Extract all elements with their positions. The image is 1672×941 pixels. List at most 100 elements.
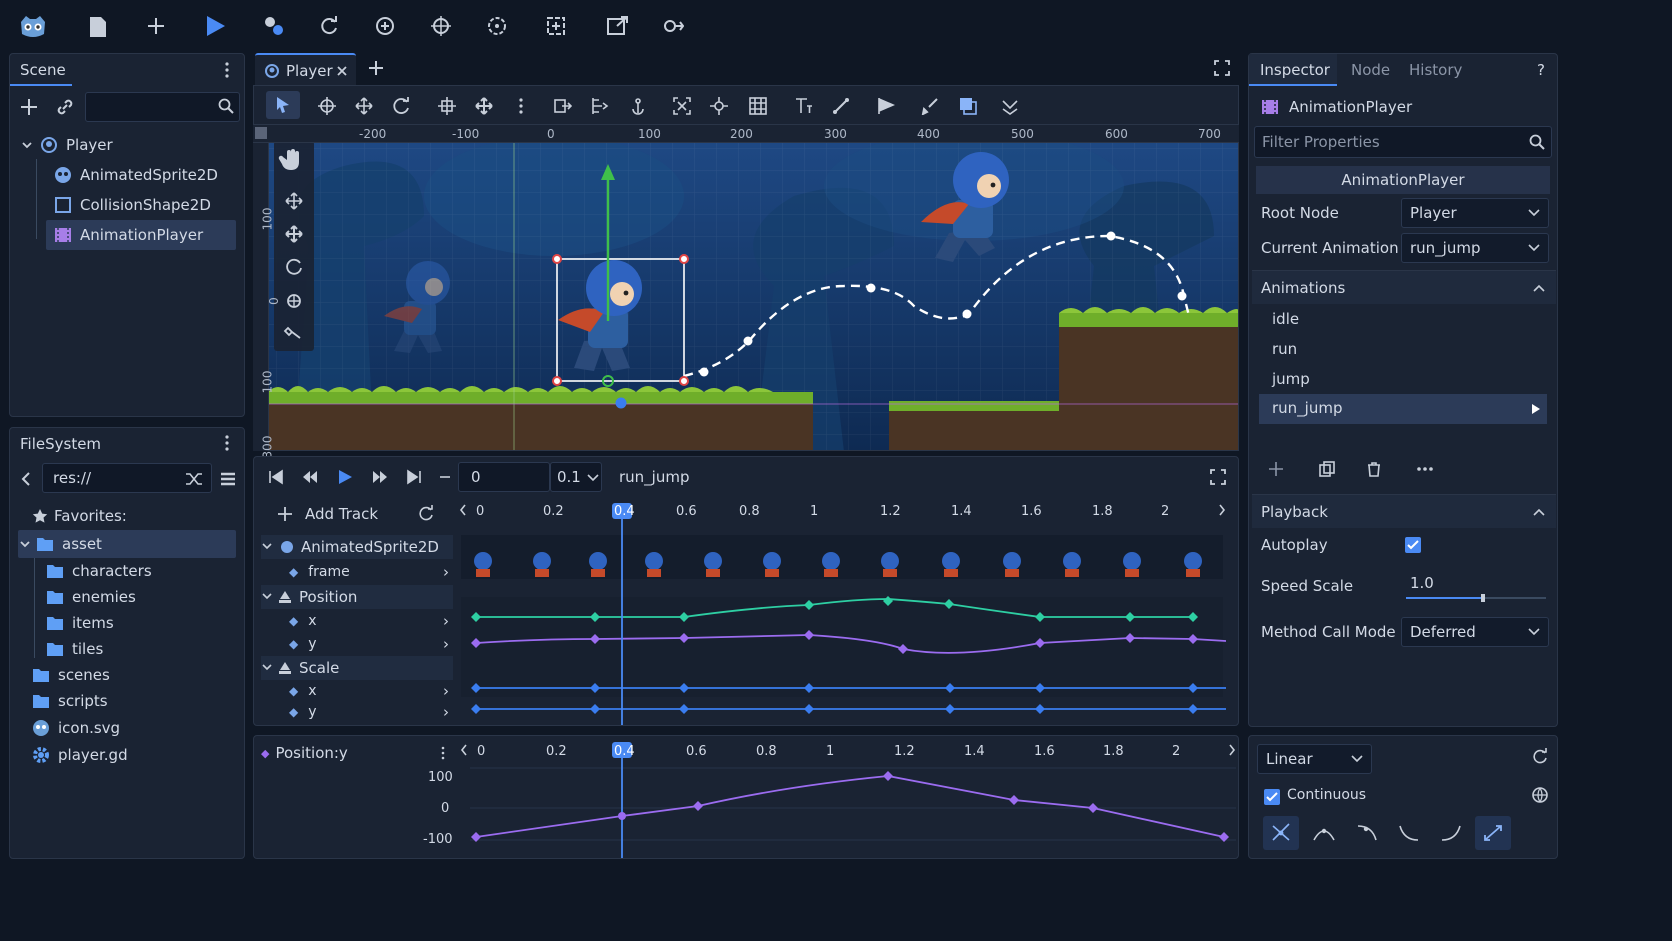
root-node-dropdown[interactable]: Player: [1401, 198, 1549, 228]
list-view-icon[interactable]: [220, 471, 236, 487]
chevron-down-icon[interactable]: [587, 474, 599, 482]
folder-scripts[interactable]: scripts: [32, 691, 108, 711]
file-icon[interactable]: [89, 16, 107, 38]
editor-tab[interactable]: Player: [255, 53, 356, 85]
add-track-button[interactable]: Add Track: [264, 499, 439, 529]
smart-snap-icon[interactable]: [710, 97, 728, 115]
animation-item-idle[interactable]: idle: [1259, 306, 1547, 334]
remote-icon[interactable]: [662, 16, 684, 36]
kebab-menu-icon[interactable]: [224, 62, 230, 78]
scene-tree-item-player[interactable]: Player: [20, 134, 113, 156]
track-position-x[interactable]: ◆ x ›: [281, 609, 453, 633]
chevron-right-icon[interactable]: ›: [443, 682, 449, 700]
curve-mode-button-1[interactable]: [1263, 816, 1299, 850]
folder-characters[interactable]: characters: [46, 561, 152, 581]
new-tab-icon[interactable]: [368, 60, 384, 76]
ease-in-out-icon[interactable]: [1309, 818, 1339, 848]
scene-search-input[interactable]: [85, 92, 240, 122]
favorites-row[interactable]: Favorites:: [32, 506, 127, 526]
folder-scenes[interactable]: scenes: [32, 665, 110, 685]
curve-mode-button-linear[interactable]: [1475, 816, 1511, 850]
chevron-right-icon[interactable]: ›: [443, 703, 449, 721]
shuffle-icon[interactable]: [185, 471, 203, 487]
folder-items[interactable]: items: [46, 613, 114, 633]
help-button[interactable]: ?: [1537, 61, 1545, 79]
export-icon[interactable]: [607, 16, 629, 36]
tiles-icon[interactable]: [263, 16, 285, 36]
close-icon[interactable]: [336, 65, 348, 77]
ease-in-icon[interactable]: [1352, 818, 1382, 848]
fast-forward-icon[interactable]: [372, 469, 388, 485]
time-input[interactable]: 0: [458, 462, 550, 492]
current-animation-dropdown[interactable]: run_jump: [1401, 233, 1549, 263]
filter-properties-input[interactable]: Filter Properties: [1254, 126, 1552, 158]
scene-tree-item-animatedsprite2d[interactable]: AnimatedSprite2D: [54, 164, 218, 186]
delete-icon[interactable]: [1366, 461, 1382, 477]
curve-out-icon[interactable]: [1436, 818, 1466, 848]
select-tool-button[interactable]: [266, 91, 300, 119]
anchor-icon[interactable]: [629, 97, 647, 115]
kebab-menu-icon[interactable]: [224, 435, 230, 451]
move-icon[interactable]: [318, 97, 336, 115]
scene-tree-item-collisionshape2d[interactable]: CollisionShape2D: [54, 194, 211, 216]
godot-logo-icon[interactable]: [18, 12, 48, 40]
kebab-menu-icon[interactable]: [441, 746, 445, 760]
chevron-right-icon[interactable]: ›: [443, 635, 449, 653]
interpolation-dropdown[interactable]: Linear: [1257, 744, 1372, 774]
collapse-icon[interactable]: [1001, 97, 1019, 115]
track-scale-y[interactable]: ◆ y ›: [281, 700, 453, 724]
globe-icon[interactable]: [1532, 787, 1548, 803]
track-group-scale[interactable]: Scale: [261, 656, 453, 680]
track-group-sprite[interactable]: AnimatedSprite2D: [261, 535, 453, 559]
frame-icon[interactable]: [546, 16, 566, 36]
add-circle-icon[interactable]: [375, 16, 395, 36]
kebab-menu-icon[interactable]: [518, 97, 524, 115]
duplicate-icon[interactable]: [1319, 461, 1335, 477]
text-tool-icon[interactable]: [795, 97, 813, 115]
rotate-icon[interactable]: [392, 97, 410, 115]
ease-out-icon[interactable]: [1394, 818, 1424, 848]
viewport[interactable]: [253, 125, 1239, 451]
fullscreen-icon[interactable]: [1210, 469, 1226, 485]
add-icon[interactable]: [1268, 461, 1284, 477]
filesystem-tab[interactable]: FileSystem: [10, 428, 110, 460]
brush-icon[interactable]: [921, 97, 939, 115]
skip-start-icon[interactable]: [268, 469, 284, 485]
play-icon[interactable]: [337, 469, 353, 485]
scene-tree-item-animationplayer[interactable]: AnimationPlayer: [54, 224, 203, 246]
loop-icon[interactable]: [1532, 748, 1548, 764]
tab-history[interactable]: History: [1401, 54, 1471, 86]
skip-end-icon[interactable]: [406, 469, 422, 485]
move-arrows-icon[interactable]: [355, 97, 373, 115]
ruler-icon[interactable]: [591, 97, 609, 115]
grid-icon[interactable]: [749, 97, 767, 115]
speed-scale-field[interactable]: 1.0: [1406, 570, 1549, 602]
rewind-icon[interactable]: [302, 469, 318, 485]
pivot-icon[interactable]: [554, 97, 572, 115]
folder-enemies[interactable]: enemies: [46, 587, 136, 607]
back-arrow-icon[interactable]: [20, 471, 32, 487]
animations-section-header[interactable]: Animations: [1252, 270, 1556, 304]
chevron-right-icon[interactable]: ›: [443, 563, 449, 581]
scale-icon[interactable]: [438, 97, 456, 115]
add-icon[interactable]: [146, 16, 166, 36]
file-player-gd[interactable]: player.gd: [32, 745, 128, 765]
link-icon[interactable]: [56, 98, 74, 116]
chevron-right-icon[interactable]: ›: [443, 612, 449, 630]
method-call-mode-dropdown[interactable]: Deferred: [1401, 617, 1549, 647]
more-icon[interactable]: [1417, 467, 1433, 471]
animation-item-jump[interactable]: jump: [1259, 366, 1547, 394]
tab-inspector[interactable]: Inspector: [1249, 54, 1337, 86]
add-node-icon[interactable]: [20, 98, 38, 116]
timer-icon[interactable]: [487, 16, 507, 36]
track-group-position[interactable]: Position: [261, 585, 453, 609]
playback-section-header[interactable]: Playback: [1252, 494, 1556, 528]
animation-item-run[interactable]: run: [1259, 336, 1547, 364]
refresh-icon[interactable]: [418, 505, 434, 521]
layers-icon[interactable]: [959, 97, 977, 115]
folder-asset[interactable]: asset: [18, 534, 102, 554]
snap-icon[interactable]: [673, 97, 691, 115]
file-icon-svg[interactable]: icon.svg: [32, 718, 120, 738]
play-icon[interactable]: [205, 14, 227, 38]
pan-icon[interactable]: [475, 97, 493, 115]
